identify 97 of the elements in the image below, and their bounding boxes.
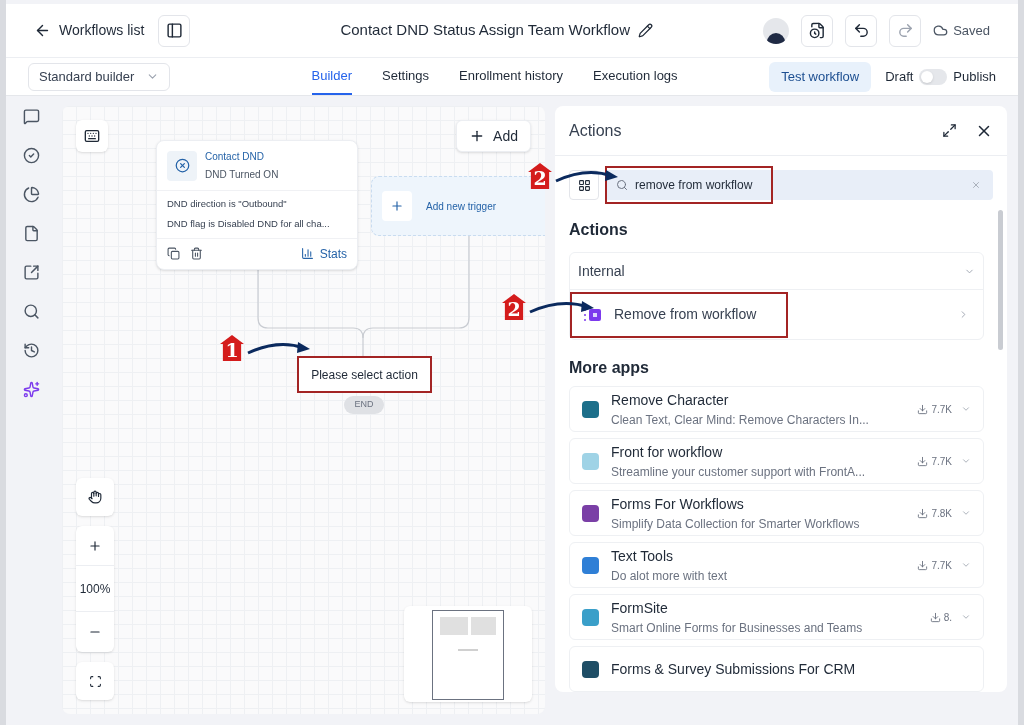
tab[interactable]: Enrollment history bbox=[459, 58, 564, 95]
app-item[interactable]: FormSite Smart Online Forms for Businesses and Teams 8. bbox=[569, 594, 984, 640]
back-link[interactable]: Workflows list bbox=[34, 20, 145, 41]
app-description: Clean Text, Clear Mind: Remove Characters In... bbox=[611, 411, 869, 429]
publish-label: Publish bbox=[953, 67, 996, 86]
chat-icon[interactable] bbox=[22, 108, 40, 125]
plus-icon bbox=[390, 199, 404, 213]
document-icon bbox=[808, 22, 826, 39]
undo-icon bbox=[852, 22, 870, 39]
check-circle-icon[interactable] bbox=[22, 147, 40, 164]
action-node[interactable]: Please select action bbox=[297, 356, 432, 393]
search-field[interactable]: remove from workflow bbox=[605, 166, 773, 204]
grid-icon bbox=[577, 178, 591, 192]
trigger-condition: DND flag is Disabled DND for all cha... bbox=[167, 217, 331, 232]
tab[interactable]: Execution logs bbox=[593, 58, 678, 95]
app-name: Front for workflow bbox=[611, 442, 724, 462]
scrollbar[interactable] bbox=[998, 210, 1003, 350]
download-count: 7.8K bbox=[931, 506, 952, 521]
action-item[interactable]: Remove from workflow bbox=[570, 289, 983, 339]
download-count: 7.7K bbox=[931, 558, 952, 573]
app-name: Forms & Survey Submissions For CRM bbox=[611, 659, 856, 679]
hand-icon bbox=[88, 490, 102, 504]
undo-button[interactable] bbox=[845, 14, 878, 47]
external-link-icon[interactable] bbox=[22, 264, 40, 281]
stats-link[interactable]: Stats bbox=[300, 244, 347, 263]
app-description: Do alot more with text bbox=[611, 567, 728, 585]
download-icon bbox=[929, 611, 941, 623]
app-name: Remove Character bbox=[611, 390, 730, 410]
panel-title: Actions bbox=[569, 120, 622, 141]
edit-icon[interactable] bbox=[638, 23, 653, 38]
arrow-icon bbox=[528, 298, 594, 316]
search-icon[interactable] bbox=[22, 303, 40, 320]
report-button[interactable] bbox=[801, 14, 834, 47]
chevron-down-icon bbox=[961, 456, 971, 466]
workflow-title: Contact DND Status Assign Team Workflow bbox=[340, 20, 630, 41]
download-icon bbox=[917, 559, 929, 571]
chevron-down-icon bbox=[961, 612, 971, 622]
cloud-icon bbox=[933, 23, 949, 38]
tab[interactable]: Settings bbox=[382, 58, 429, 95]
grid-view-button[interactable] bbox=[569, 170, 599, 200]
download-count: 7.7K bbox=[931, 454, 952, 469]
publish-toggle[interactable] bbox=[919, 68, 948, 85]
history-icon[interactable] bbox=[22, 342, 40, 359]
download-icon bbox=[917, 507, 929, 519]
panel-icon bbox=[165, 22, 183, 39]
builder-select[interactable]: Standard builder bbox=[28, 62, 170, 91]
trash-icon[interactable] bbox=[190, 247, 203, 260]
avatar[interactable] bbox=[763, 17, 790, 44]
trigger-title: Contact DND bbox=[205, 150, 265, 164]
add-button[interactable]: Add bbox=[456, 120, 531, 152]
app-item[interactable]: Remove Character Clean Text, Clear Mind: Remove Characters In... 7.7K bbox=[569, 386, 984, 432]
sparkles-icon[interactable] bbox=[22, 381, 40, 398]
app-name: Text Tools bbox=[611, 546, 674, 566]
redo-icon bbox=[896, 22, 914, 39]
keyboard-button[interactable] bbox=[76, 120, 108, 152]
group-header[interactable]: Internal bbox=[570, 253, 983, 289]
save-status: Saved bbox=[953, 21, 990, 40]
arrow-icon bbox=[246, 339, 310, 357]
arrow-icon bbox=[554, 167, 618, 185]
app-item[interactable]: Forms & Survey Submissions For CRM bbox=[569, 646, 984, 692]
keyboard-icon bbox=[84, 128, 100, 144]
copy-icon[interactable] bbox=[167, 247, 180, 260]
fit-icon bbox=[88, 674, 102, 688]
pan-button[interactable] bbox=[76, 478, 114, 516]
app-description: Smart Online Forms for Businesses and Teams bbox=[611, 619, 863, 637]
search-icon bbox=[616, 179, 628, 191]
expand-icon[interactable] bbox=[942, 123, 957, 138]
section-heading: Actions bbox=[569, 220, 629, 240]
download-icon bbox=[917, 455, 929, 467]
app-description: Streamline your customer support with FrontA... bbox=[611, 463, 866, 481]
bar-chart-icon bbox=[300, 247, 314, 260]
section-heading: More apps bbox=[569, 358, 650, 378]
app-name: FormSite bbox=[611, 598, 669, 618]
chevron-down-icon bbox=[961, 560, 971, 570]
sidebar-toggle-button[interactable] bbox=[158, 14, 191, 47]
download-count: 8. bbox=[943, 610, 952, 625]
app-item[interactable]: Forms For Workflows Simplify Data Collection for Smarter Workflows 7.8K bbox=[569, 490, 984, 536]
app-item[interactable]: Text Tools Do alot more with text 7.7K bbox=[569, 542, 984, 588]
download-count: 7.7K bbox=[931, 402, 952, 417]
end-badge: END bbox=[344, 396, 384, 414]
chevron-down-icon bbox=[961, 508, 971, 518]
draft-label: Draft bbox=[885, 67, 914, 86]
trigger-icon bbox=[174, 158, 190, 173]
chevron-down-icon bbox=[961, 404, 971, 414]
trigger-card[interactable]: Contact DND DND Turned ON DND direction is "Outbound" DND flag is Disabled DND for all cha... Stats bbox=[156, 140, 358, 270]
zoom-level: 100% bbox=[76, 566, 114, 612]
file-icon[interactable] bbox=[22, 225, 40, 242]
trigger-subtitle: DND Turned ON bbox=[205, 168, 279, 182]
tab[interactable]: Builder bbox=[311, 58, 352, 95]
app-name: Forms For Workflows bbox=[611, 494, 745, 514]
app-item[interactable]: Front for workflow Streamline your customer support with FrontA... 7.7K bbox=[569, 438, 984, 484]
test-workflow-button[interactable]: Test workflow bbox=[769, 61, 872, 92]
download-icon bbox=[917, 403, 929, 415]
pie-chart-icon[interactable] bbox=[22, 186, 40, 203]
app-description: Simplify Data Collection for Smarter Workflows bbox=[611, 515, 860, 533]
trigger-condition: DND direction is "Outbound" bbox=[167, 197, 288, 211]
plus-icon bbox=[88, 538, 102, 553]
